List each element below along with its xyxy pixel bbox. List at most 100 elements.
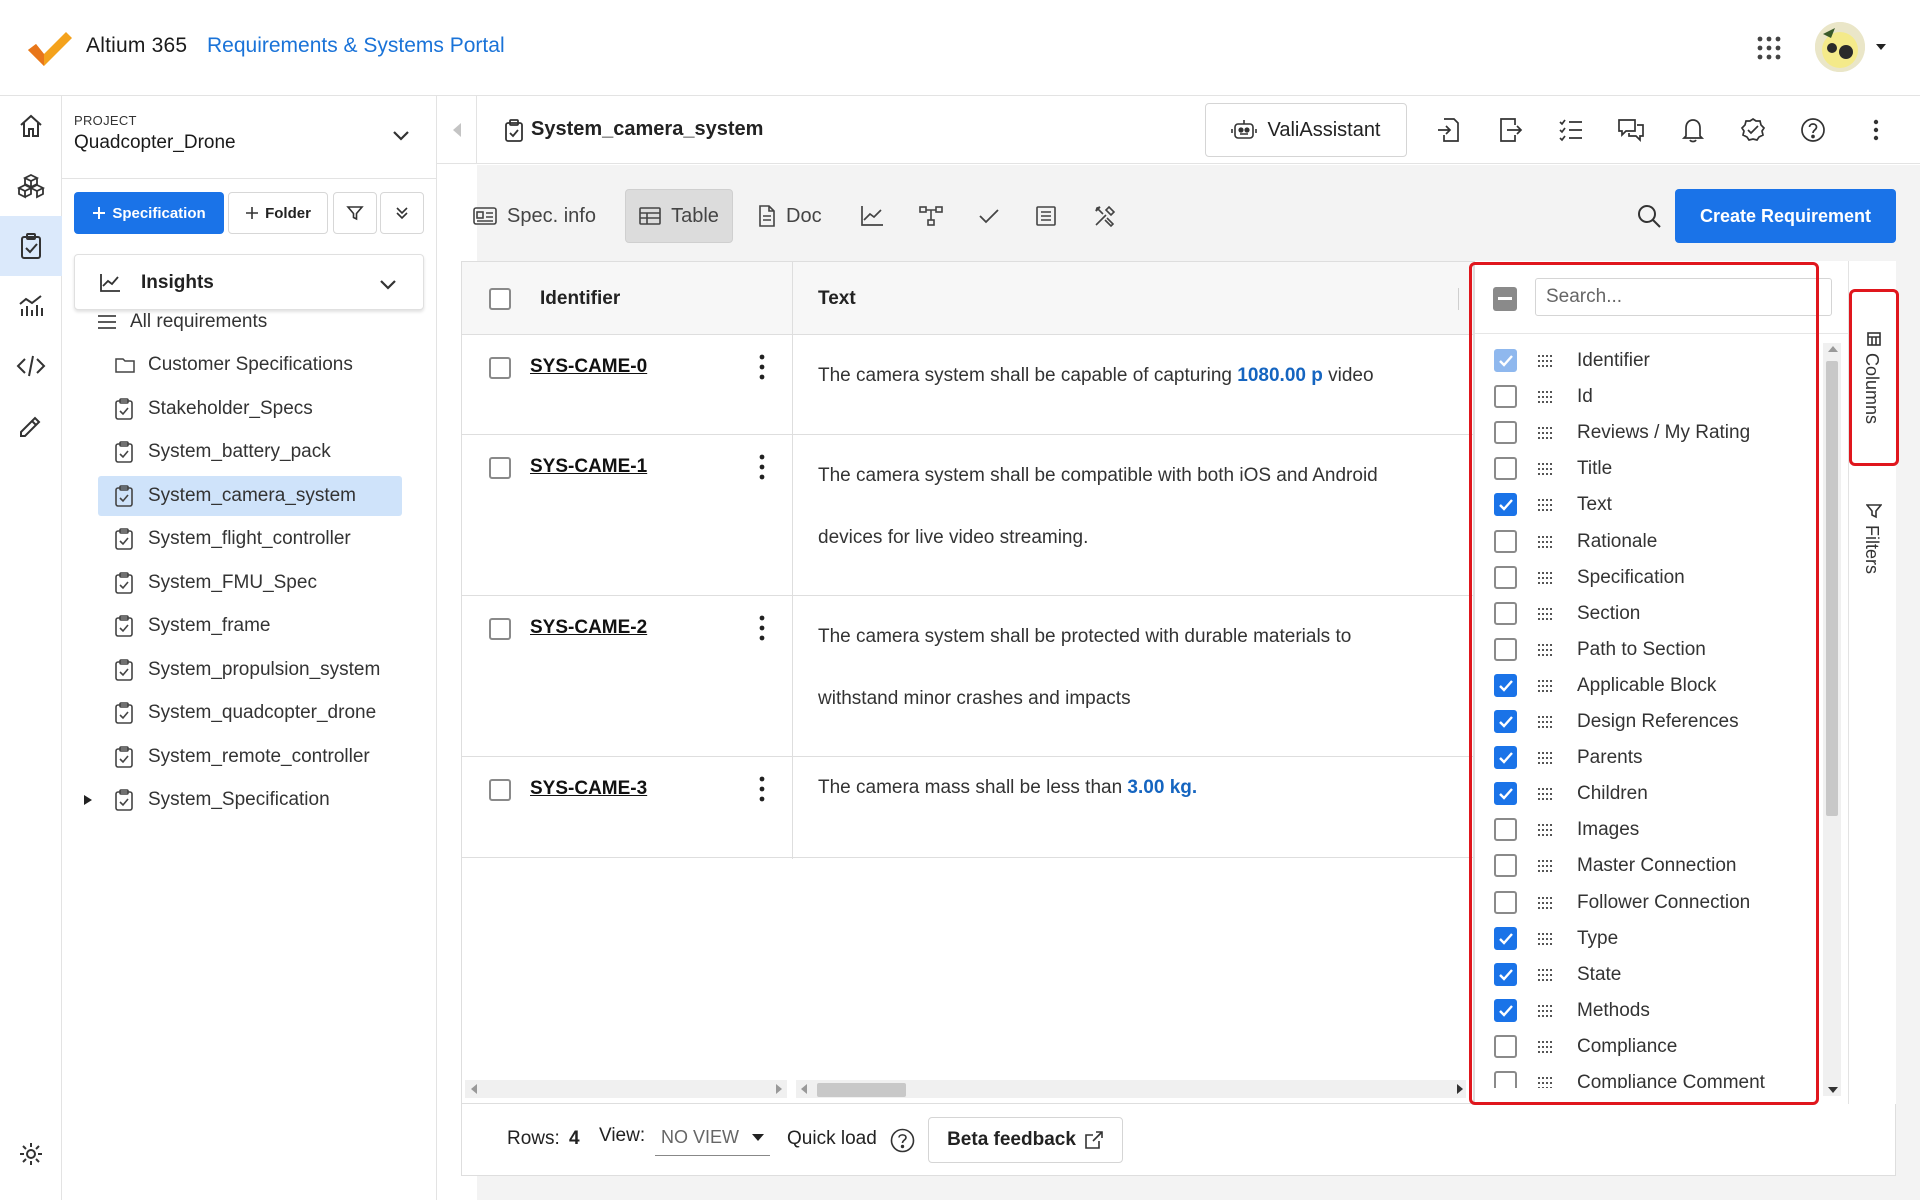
- column-option[interactable]: Applicable Block: [1475, 668, 1815, 704]
- columns-search-input[interactable]: [1535, 278, 1832, 316]
- tree-item[interactable]: System_quadcopter_drone: [62, 693, 422, 733]
- drag-handle-icon[interactable]: [1537, 859, 1555, 873]
- expand-all-button[interactable]: [380, 192, 424, 234]
- row-more-vert-icon[interactable]: [750, 613, 774, 643]
- project-chevron-down-icon[interactable]: [390, 124, 412, 146]
- tree-item[interactable]: System_flight_controller: [62, 519, 422, 559]
- table-row[interactable]: SYS-CAME-1 The camera system shall be com…: [462, 435, 1473, 596]
- drag-handle-icon[interactable]: [1537, 426, 1555, 440]
- column-option[interactable]: Compliance Comment: [1475, 1065, 1815, 1088]
- portal-name[interactable]: Requirements & Systems Portal: [207, 34, 505, 58]
- column-option[interactable]: State: [1475, 957, 1815, 993]
- tree-item[interactable]: System_Specification: [62, 780, 422, 820]
- view-tab-table[interactable]: Table: [625, 189, 733, 243]
- column-option[interactable]: Design References: [1475, 704, 1815, 740]
- column-checkbox[interactable]: [1494, 1071, 1517, 1088]
- column-option[interactable]: Compliance: [1475, 1029, 1815, 1065]
- requirement-identifier-link[interactable]: SYS-CAME-2: [530, 617, 647, 639]
- tree-item[interactable]: Stakeholder_Specs: [62, 389, 422, 429]
- beta-feedback-button[interactable]: Beta feedback: [928, 1117, 1123, 1163]
- checklist-icon[interactable]: [1557, 116, 1585, 144]
- scroll-up-arrow-icon[interactable]: [1827, 345, 1839, 353]
- add-specification-button[interactable]: Specification: [74, 192, 224, 234]
- column-option[interactable]: Text: [1475, 487, 1815, 523]
- row-checkbox[interactable]: [489, 357, 511, 379]
- table-row[interactable]: SYS-CAME-2 The camera system shall be pro…: [462, 596, 1473, 757]
- column-checkbox[interactable]: [1494, 1034, 1517, 1058]
- search-icon[interactable]: [1636, 203, 1662, 229]
- drag-handle-icon[interactable]: [1537, 787, 1555, 801]
- horizontal-scrollbar-thumb[interactable]: [817, 1083, 906, 1097]
- import-icon[interactable]: [1435, 116, 1463, 144]
- tree-item[interactable]: System_frame: [62, 606, 422, 646]
- bell-icon[interactable]: [1679, 116, 1707, 144]
- apps-grid-icon[interactable]: [1755, 34, 1783, 62]
- column-checkbox[interactable]: [1494, 998, 1517, 1022]
- column-resize-handle[interactable]: [1458, 288, 1459, 310]
- vali-assistant-button[interactable]: ValiAssistant: [1205, 103, 1407, 157]
- column-checkbox[interactable]: [1494, 962, 1517, 986]
- column-checkbox[interactable]: [1494, 421, 1517, 445]
- horizontal-scrollbar-left[interactable]: [465, 1080, 787, 1098]
- rail-requirements[interactable]: [0, 216, 62, 276]
- drag-handle-icon[interactable]: [1537, 715, 1555, 729]
- column-checkbox[interactable]: [1494, 890, 1517, 914]
- tree-item[interactable]: System_battery_pack: [62, 432, 422, 472]
- help-circle-icon[interactable]: [890, 1128, 915, 1153]
- drag-handle-icon[interactable]: [1537, 1076, 1555, 1088]
- column-checkbox[interactable]: [1494, 637, 1517, 661]
- tree-item[interactable]: System_propulsion_system: [62, 650, 422, 690]
- drag-handle-icon[interactable]: [1537, 535, 1555, 549]
- column-option[interactable]: Methods: [1475, 993, 1815, 1029]
- collapse-sidebar-handle[interactable]: [437, 96, 477, 164]
- help-icon[interactable]: [1799, 116, 1827, 144]
- drag-handle-icon[interactable]: [1537, 607, 1555, 621]
- column-checkbox[interactable]: [1494, 457, 1517, 481]
- view-tab-hierarchy[interactable]: [908, 189, 954, 243]
- rail-analytics[interactable]: [0, 278, 62, 334]
- table-row[interactable]: SYS-CAME-0 The camera system shall be cap…: [462, 335, 1473, 435]
- rail-design[interactable]: [0, 398, 62, 454]
- toggle-all-columns-checkbox[interactable]: [1493, 287, 1517, 311]
- drag-handle-icon[interactable]: [1537, 498, 1555, 512]
- row-checkbox[interactable]: [489, 618, 511, 640]
- column-checkbox[interactable]: [1494, 601, 1517, 625]
- table-row[interactable]: SYS-CAME-3 The camera mass shall be less …: [462, 757, 1473, 858]
- column-checkbox[interactable]: [1494, 529, 1517, 553]
- scroll-left-arrow-icon[interactable]: [469, 1083, 479, 1095]
- drag-handle-icon[interactable]: [1537, 462, 1555, 476]
- scroll-left-arrow-icon[interactable]: [799, 1083, 809, 1095]
- row-more-vert-icon[interactable]: [750, 774, 774, 804]
- view-tab-tools[interactable]: [1083, 189, 1127, 243]
- column-checkbox[interactable]: [1494, 673, 1517, 697]
- verified-icon[interactable]: [1739, 116, 1767, 144]
- row-checkbox[interactable]: [489, 457, 511, 479]
- column-option[interactable]: Id: [1475, 379, 1815, 415]
- column-checkbox[interactable]: [1494, 710, 1517, 733]
- column-checkbox[interactable]: [1494, 565, 1517, 589]
- column-option[interactable]: Type: [1475, 921, 1815, 957]
- requirement-identifier-link[interactable]: SYS-CAME-0: [530, 356, 647, 378]
- drag-handle-icon[interactable]: [1537, 1040, 1555, 1054]
- column-option[interactable]: Identifier: [1475, 343, 1815, 379]
- view-tab-spec-info[interactable]: Spec. info: [463, 189, 606, 243]
- view-tab-chart-line[interactable]: [850, 189, 894, 243]
- requirement-identifier-link[interactable]: SYS-CAME-1: [530, 456, 647, 478]
- column-checkbox[interactable]: [1494, 926, 1517, 950]
- column-option[interactable]: Children: [1475, 776, 1815, 812]
- drag-handle-icon[interactable]: [1537, 823, 1555, 837]
- row-checkbox[interactable]: [489, 779, 511, 801]
- avatar-menu-caret-icon[interactable]: [1874, 40, 1888, 54]
- column-option[interactable]: Specification: [1475, 560, 1815, 596]
- column-checkbox[interactable]: [1494, 746, 1517, 770]
- column-checkbox[interactable]: [1494, 385, 1517, 409]
- scroll-down-arrow-icon[interactable]: [1827, 1086, 1839, 1094]
- view-tab-list-alt[interactable]: [1025, 189, 1067, 243]
- row-more-vert-icon[interactable]: [750, 352, 774, 382]
- drag-handle-icon[interactable]: [1537, 1004, 1555, 1018]
- column-option[interactable]: Reviews / My Rating: [1475, 415, 1815, 451]
- chat-icon[interactable]: [1617, 116, 1645, 144]
- column-option[interactable]: Section: [1475, 596, 1815, 632]
- column-checkbox[interactable]: [1494, 782, 1517, 806]
- drag-handle-icon[interactable]: [1537, 968, 1555, 982]
